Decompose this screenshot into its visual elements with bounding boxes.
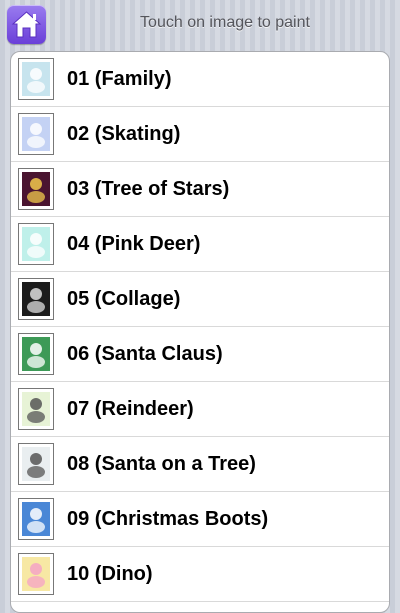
list-item-label: 07 (Reindeer) xyxy=(67,397,194,420)
skating-thumbnail xyxy=(18,113,54,155)
list-item-label: 09 (Christmas Boots) xyxy=(67,507,269,530)
pink-deer-thumbnail xyxy=(18,223,54,265)
list-item-label: 10 (Dino) xyxy=(67,562,153,585)
list-item[interactable]: 05 (Collage) xyxy=(11,272,389,327)
santa-claus-thumbnail xyxy=(18,333,54,375)
reindeer-thumbnail xyxy=(18,388,54,430)
list-item-label: 06 (Santa Claus) xyxy=(67,342,223,365)
list-item-label: 08 (Santa on a Tree) xyxy=(67,452,256,475)
list-item[interactable]: 06 (Santa Claus) xyxy=(11,327,389,382)
dino-thumbnail xyxy=(18,553,54,595)
home-button[interactable] xyxy=(7,5,46,44)
tree-of-stars-thumbnail xyxy=(18,168,54,210)
header-title: Touch on image to paint xyxy=(140,14,310,31)
header-bar: Touch on image to paint xyxy=(0,0,400,52)
list-item-label: 01 (Family) xyxy=(67,67,172,90)
list-item-label: 04 (Pink Deer) xyxy=(67,232,201,255)
home-icon xyxy=(11,11,42,38)
list-item[interactable]: 04 (Pink Deer) xyxy=(11,217,389,272)
collage-thumbnail xyxy=(18,278,54,320)
list-item[interactable]: 07 (Reindeer) xyxy=(11,382,389,437)
list-item-label: 03 (Tree of Stars) xyxy=(67,177,230,200)
list-item[interactable]: 03 (Tree of Stars) xyxy=(11,162,389,217)
list-item[interactable]: 08 (Santa on a Tree) xyxy=(11,437,389,492)
image-list[interactable]: 01 (Family) 02 (Skating) 03 (Tree of Stars… xyxy=(10,51,390,613)
list-item[interactable]: 10 (Dino) xyxy=(11,547,389,602)
christmas-boots-thumbnail xyxy=(18,498,54,540)
list-item-label: 02 (Skating) xyxy=(67,122,181,145)
list-item[interactable]: 01 (Family) xyxy=(11,52,389,107)
list-item[interactable]: 09 (Christmas Boots) xyxy=(11,492,389,547)
family-thumbnail xyxy=(18,58,54,100)
list-item-label: 05 (Collage) xyxy=(67,287,181,310)
list-item[interactable]: 02 (Skating) xyxy=(11,107,389,162)
santa-on-tree-thumbnail xyxy=(18,443,54,485)
